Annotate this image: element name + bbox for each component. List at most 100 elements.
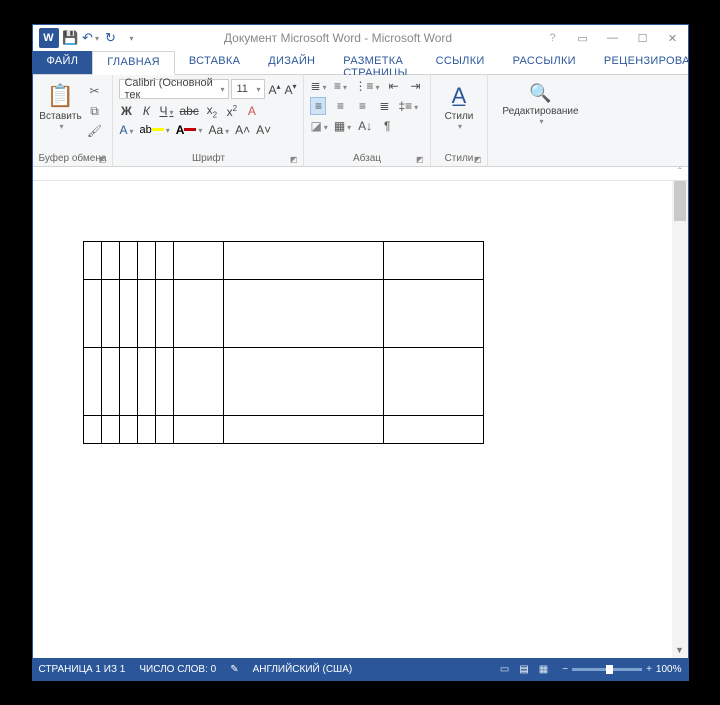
minimize-button[interactable]: — <box>598 25 628 51</box>
clear-formatting-button[interactable]: A <box>245 104 259 118</box>
table-cell[interactable] <box>173 280 223 348</box>
table-cell[interactable] <box>83 416 101 444</box>
table-cell[interactable] <box>137 416 155 444</box>
tab-references[interactable]: ССЫЛКИ <box>422 51 499 74</box>
zoom-out-button[interactable]: − <box>562 664 568 675</box>
tab-design[interactable]: ДИЗАЙН <box>254 51 329 74</box>
view-web-layout-button[interactable]: ▦ <box>539 664 548 675</box>
paste-button[interactable]: 📋 Вставить ▾ <box>39 79 83 131</box>
table-cell[interactable] <box>137 348 155 416</box>
tab-page-layout[interactable]: РАЗМЕТКА СТРАНИЦЫ <box>329 51 421 74</box>
tab-mailings[interactable]: РАССЫЛКИ <box>499 51 590 74</box>
table-cell[interactable] <box>223 280 383 348</box>
increase-indent-button[interactable]: ⇥ <box>408 79 424 93</box>
text-effects-button[interactable]: A▾ <box>119 123 133 137</box>
ribbon-display-options-button[interactable]: ▭ <box>568 25 598 51</box>
table-cell[interactable] <box>383 348 483 416</box>
status-language[interactable]: АНГЛИЙСКИЙ (США) <box>253 664 353 675</box>
table-cell[interactable] <box>83 280 101 348</box>
maximize-button[interactable]: ☐ <box>628 25 658 51</box>
zoom-level[interactable]: 100% <box>656 664 682 675</box>
grow-font-button-2[interactable]: A˄ <box>235 123 250 137</box>
tab-insert[interactable]: ВСТАВКА <box>175 51 254 74</box>
status-page[interactable]: СТРАНИЦА 1 ИЗ 1 <box>39 664 126 675</box>
undo-icon[interactable]: ↶▾ <box>83 30 99 46</box>
clipboard-dialog-launcher[interactable]: ◩ <box>99 155 107 164</box>
table-cell[interactable] <box>155 416 173 444</box>
italic-button[interactable]: К <box>139 104 153 118</box>
table-cell[interactable] <box>137 242 155 280</box>
font-size-combo[interactable]: 11▾ <box>231 79 265 99</box>
align-center-button[interactable]: ≡ <box>332 99 348 113</box>
table-cell[interactable] <box>155 280 173 348</box>
table-cell[interactable] <box>223 416 383 444</box>
format-painter-button[interactable]: 🖌 <box>87 123 103 139</box>
paragraph-dialog-launcher[interactable]: ◩ <box>416 155 424 164</box>
help-button[interactable]: ? <box>538 25 568 51</box>
superscript-button[interactable]: x2 <box>225 104 239 119</box>
bold-button[interactable]: Ж <box>119 104 133 118</box>
styles-button[interactable]: A̲ Стили ▾ <box>437 79 482 131</box>
table-cell[interactable] <box>119 348 137 416</box>
table-cell[interactable] <box>383 416 483 444</box>
table-cell[interactable] <box>119 416 137 444</box>
vertical-scrollbar[interactable]: ▲ ▼ <box>672 181 688 658</box>
table-cell[interactable] <box>137 280 155 348</box>
bullets-button[interactable]: ≣▾ <box>310 79 326 93</box>
font-name-combo[interactable]: Calibri (Основной тек▾ <box>119 79 229 99</box>
copy-button[interactable]: ⧉ <box>87 103 103 119</box>
shading-button[interactable]: ◪▾ <box>310 119 327 133</box>
document-table[interactable] <box>83 241 484 444</box>
status-proofing-icon[interactable]: ✎ <box>230 664 238 675</box>
decrease-indent-button[interactable]: ⇤ <box>386 79 402 93</box>
view-read-mode-button[interactable]: ▭ <box>500 664 509 675</box>
align-right-button[interactable]: ≡ <box>354 99 370 113</box>
font-color-button[interactable]: A▾ <box>176 123 203 137</box>
view-print-layout-button[interactable]: ▤ <box>519 664 528 675</box>
table-cell[interactable] <box>173 242 223 280</box>
table-cell[interactable] <box>119 242 137 280</box>
editing-button[interactable]: 🔍 Редактирование ▾ <box>494 79 586 126</box>
table-cell[interactable] <box>101 348 119 416</box>
table-cell[interactable] <box>119 280 137 348</box>
table-cell[interactable] <box>83 348 101 416</box>
sort-button[interactable]: A↓ <box>357 119 373 133</box>
underline-button[interactable]: Ч▾ <box>159 104 173 118</box>
table-cell[interactable] <box>155 242 173 280</box>
table-cell[interactable] <box>223 242 383 280</box>
table-cell[interactable] <box>173 416 223 444</box>
tab-home[interactable]: ГЛАВНАЯ <box>92 51 175 75</box>
table-cell[interactable] <box>383 280 483 348</box>
numbering-button[interactable]: ≡▾ <box>333 79 349 93</box>
close-button[interactable]: ✕ <box>658 25 688 51</box>
multilevel-list-button[interactable]: ⋮≡▾ <box>355 79 380 93</box>
subscript-button[interactable]: x2 <box>205 103 219 119</box>
table-cell[interactable] <box>101 416 119 444</box>
justify-button[interactable]: ≣ <box>376 99 392 113</box>
page[interactable] <box>33 181 688 658</box>
line-spacing-button[interactable]: ‡≡▾ <box>398 99 418 113</box>
zoom-in-button[interactable]: + <box>646 664 652 675</box>
styles-dialog-launcher[interactable]: ◩ <box>474 155 482 164</box>
table-cell[interactable] <box>173 348 223 416</box>
shrink-font-button[interactable]: A▾ <box>283 82 297 97</box>
cut-button[interactable]: ✂ <box>87 83 103 99</box>
highlight-button[interactable]: ab▾ <box>139 124 169 136</box>
status-word-count[interactable]: ЧИСЛО СЛОВ: 0 <box>139 664 216 675</box>
show-marks-button[interactable]: ¶ <box>379 119 395 133</box>
scroll-thumb[interactable] <box>674 181 686 221</box>
shrink-font-button-2[interactable]: A˅ <box>256 123 271 137</box>
table-cell[interactable] <box>155 348 173 416</box>
save-icon[interactable]: 💾 <box>63 30 79 46</box>
align-left-button[interactable]: ≡ <box>310 97 326 115</box>
table-cell[interactable] <box>223 348 383 416</box>
strikethrough-button[interactable]: abc <box>179 104 198 118</box>
document-area[interactable]: ▲ ▼ <box>33 181 688 658</box>
tab-file[interactable]: ФАЙЛ <box>33 51 93 74</box>
zoom-slider[interactable] <box>572 668 642 671</box>
change-case-button[interactable]: Aa▾ <box>208 123 229 137</box>
table-cell[interactable] <box>83 242 101 280</box>
grow-font-button[interactable]: A▴ <box>267 82 281 97</box>
borders-button[interactable]: ▦▾ <box>334 119 351 133</box>
scroll-down-button[interactable]: ▼ <box>672 642 688 658</box>
